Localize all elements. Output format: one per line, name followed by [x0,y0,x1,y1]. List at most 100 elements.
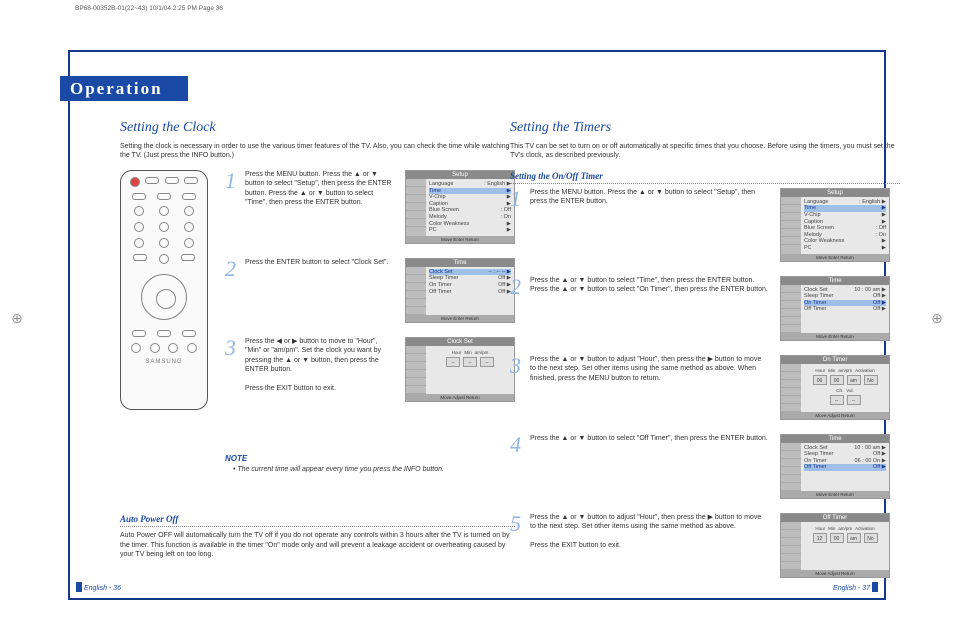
osd-category-icon [781,309,801,317]
osd-category-icon [781,459,801,467]
osd-category-icon [781,546,801,554]
osd-category-icon [406,187,426,195]
osd-footer: Move Adjust Return [406,394,514,401]
osd-clock-label: Min [828,526,835,531]
step-number: 4 [510,434,524,456]
remote-button [145,177,159,184]
chapter-title: Operation [60,76,188,101]
step-number: 5 [510,513,524,535]
remote-button [184,222,194,232]
remote-button [168,343,178,353]
osd-category-icon [781,317,801,325]
osd-clock-label: Hour [815,368,825,373]
remote-button [157,193,171,200]
osd-row: On Timer06 : 00 On ▶ [804,458,886,465]
step-text: Press the ◀ or ▶ button to move to "Hour… [245,337,399,394]
osd-row: Melody: On [429,214,511,221]
osd-category-icon [781,538,801,546]
instruction-step: 1 Press the MENU button. Press the ▲ or … [510,188,890,262]
osd-row: Caption▶ [804,219,886,226]
page-right: Setting the Timers This TV can be set to… [510,120,900,592]
osd-clock-label: Min [828,368,835,373]
remote-illustration: SAMSUNG [120,170,208,410]
osd-category-icon [406,203,426,211]
osd-category-icon [406,307,426,315]
print-header: BP68-00352B-01(22~43) 10/1/04 2:25 PM Pa… [75,5,223,12]
remote-button [134,238,144,248]
osd-row: Sleep TimerOff ▶ [804,293,886,300]
page-number-left: English - 36 [84,585,121,592]
osd-title: Off Timer [781,514,889,522]
osd-clock-cell: -- [446,357,460,367]
remote-button [187,343,197,353]
osd-row: Sleep TimerOff ▶ [804,451,886,458]
auto-power-body: Auto Power OFF will automatically turn t… [120,531,515,559]
osd-clock-cell: -- [830,395,844,405]
crop-mark-icon: ⊕ [928,310,946,328]
osd-menu: Time Clock Set10 : 00 am ▶Sleep TimerOff… [780,276,890,341]
subsection-onoff-timer: Setting the On/Off Timer [510,171,900,184]
osd-clock-cell: -- [480,357,494,367]
osd-category-icon [406,299,426,307]
osd-title: Setup [781,189,889,197]
footer-accent-icon [76,582,82,592]
osd-row: Blue Screen: Off [429,207,511,214]
osd-title: Time [406,259,514,267]
osd-clock-cell: -- [463,357,477,367]
osd-title: Time [781,435,889,443]
osd-menu: Time Clock Set-- : -- -- ▶Sleep TimerOff… [405,258,515,323]
osd-category-icon [406,346,426,354]
step-text: Press the ▲ or ▼ button to select "Off T… [530,434,774,443]
remote-button [182,330,196,337]
osd-category-icon [406,211,426,219]
osd-category-icon [781,301,801,309]
osd-menu: Time Clock Set10 : 00 am ▶Sleep TimerOff… [780,434,890,499]
remote-button [157,330,171,337]
osd-row: On TimerOff ▶ [429,282,511,289]
osd-row: Off TimerOff ▶ [804,464,886,471]
osd-row: Clock Set-- : -- -- ▶ [429,269,511,276]
remote-button [184,177,198,184]
osd-row: Blue Screen: Off [804,225,886,232]
osd-category-icon [781,197,801,205]
step-number: 2 [225,258,239,280]
osd-menu: Off Timer HourMinam/pmActivation 1200amN… [780,513,890,578]
section-intro: This TV can be set to turn on or off aut… [510,142,900,161]
instruction-step: 1 Press the MENU button. Press the ▲ or … [225,170,515,244]
step-text: Press the ▲ or ▼ button to select "Time"… [530,276,774,295]
remote-button [150,343,160,353]
osd-clock-cell: 00 [830,533,844,543]
footer-accent-icon [872,582,878,592]
osd-category-icon [781,396,801,404]
osd-footer: Move Enter Return [781,491,889,498]
section-title-timers: Setting the Timers [510,120,900,136]
page-frame: Setting the Clock Setting the clock is n… [68,50,886,600]
steps-column: 1 Press the MENU button. Press the ▲ or … [510,188,890,578]
osd-clock-cell: am [847,375,861,385]
osd-title: Time [781,277,889,285]
step-number: 3 [510,355,524,377]
osd-row: Color Weakness▶ [804,238,886,245]
remote-button [133,254,147,261]
osd-category-icon [781,229,801,237]
instruction-step: 2 Press the ▲ or ▼ button to select "Tim… [510,276,890,341]
osd-category-icon [781,483,801,491]
osd-category-icon [781,380,801,388]
osd-category-icon [406,219,426,227]
osd-footer: Move Adjust Return [781,412,889,419]
osd-category-icon [406,275,426,283]
osd-category-icon [781,285,801,293]
osd-title: On Timer [781,356,889,364]
osd-category-icon [781,554,801,562]
osd-row: PC▶ [429,227,511,234]
osd-clock-cell: No [864,375,878,385]
osd-clock-cell: No [864,533,878,543]
instruction-step: 4 Press the ▲ or ▼ button to select "Off… [510,434,890,499]
remote-button [159,254,169,264]
step-number: 2 [510,276,524,298]
osd-footer: Move Enter Return [781,254,889,261]
osd-category-icon [781,404,801,412]
osd-category-icon [781,237,801,245]
osd-row: Time▶ [429,188,511,195]
osd-clock-label: Activation [855,368,875,373]
